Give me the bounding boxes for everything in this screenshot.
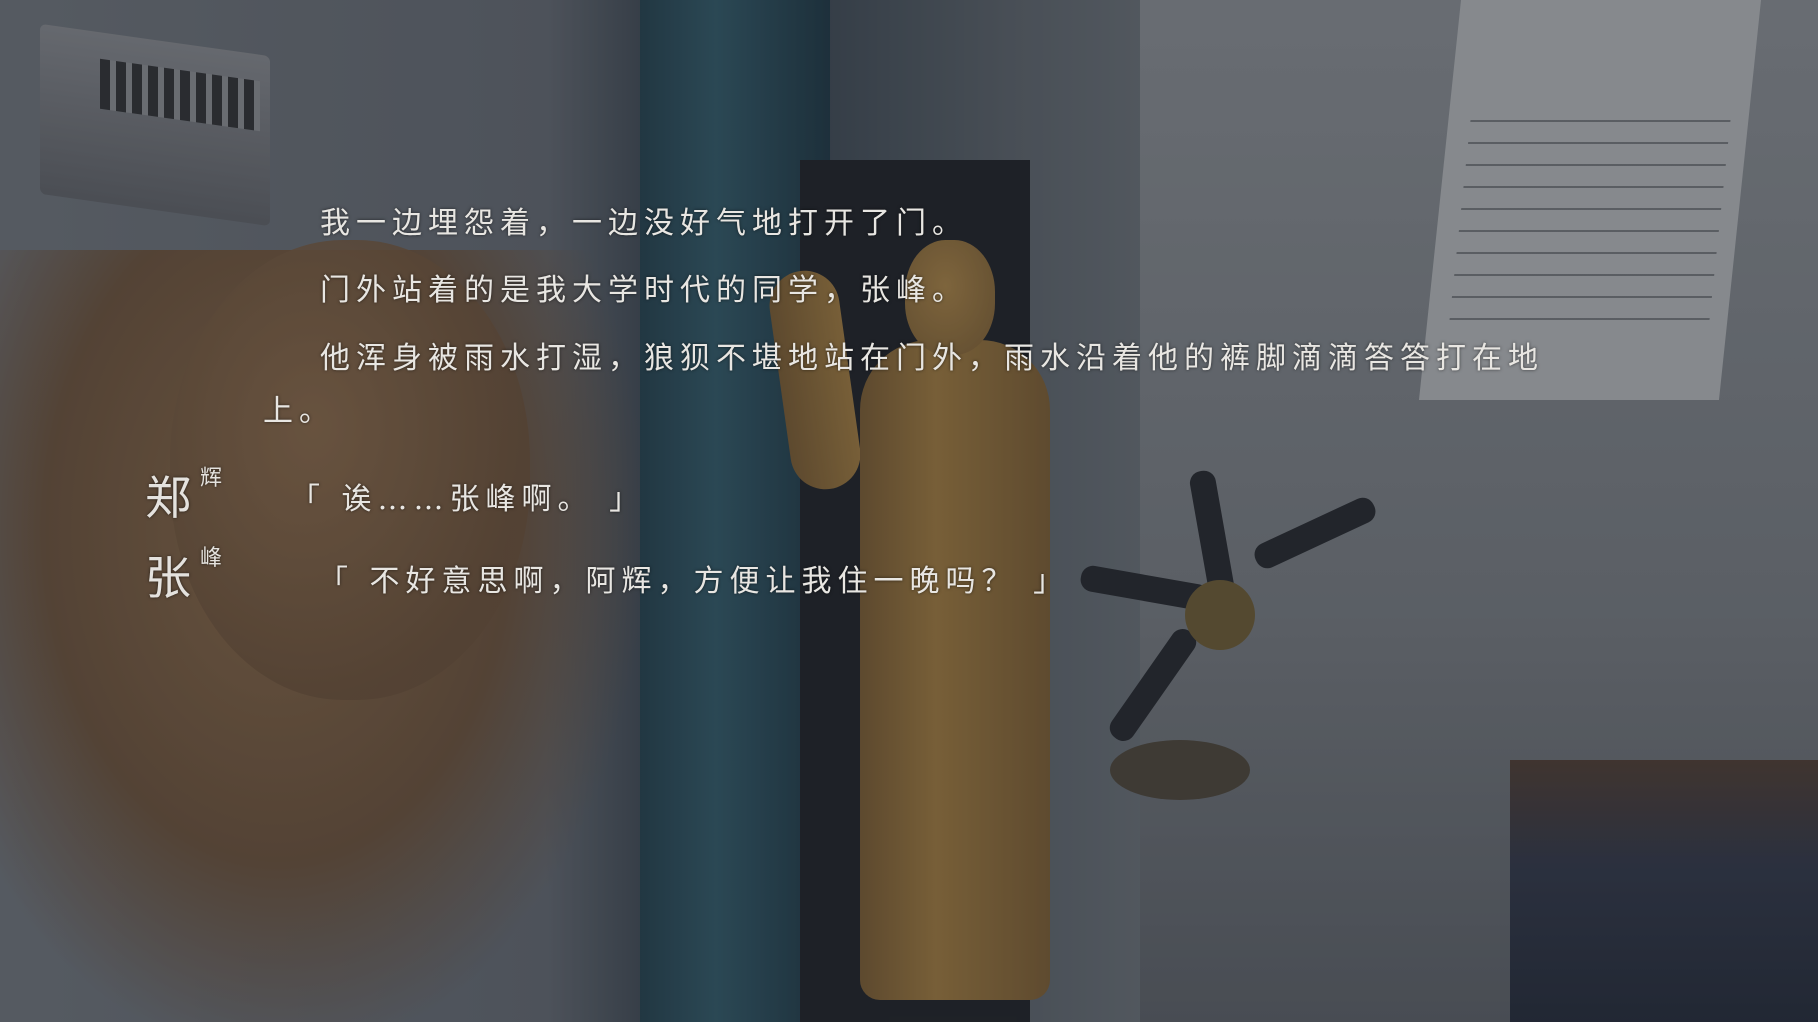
- narration-line: 他浑身被雨水打湿，狼狈不堪地站在门外，雨水沿着他的裤脚滴滴答答打在地: [320, 341, 1544, 376]
- speaker-name-sub: 辉: [200, 466, 223, 491]
- game-scene[interactable]: 我一边埋怨着，一边没好气地打开了门。 门外站着的是我大学时代的同学，张峰。 他浑…: [0, 0, 1818, 1022]
- narration-line: 上。: [263, 394, 335, 429]
- text-dim-overlay: [0, 0, 1818, 1022]
- speaker-name: 郑: [145, 471, 191, 525]
- narration-line: 我一边埋怨着，一边没好气地打开了门。: [320, 206, 968, 241]
- speaker-name-sub: 峰: [200, 546, 223, 571]
- speaker-name: 张: [145, 551, 191, 605]
- dialogue-line: 「 不好意思啊，阿辉，方便让我住一晚吗？ 」: [318, 564, 1070, 599]
- dialogue-line: 「 诶……张峰啊。 」: [290, 482, 646, 517]
- narration-line: 门外站着的是我大学时代的同学，张峰。: [320, 273, 968, 308]
